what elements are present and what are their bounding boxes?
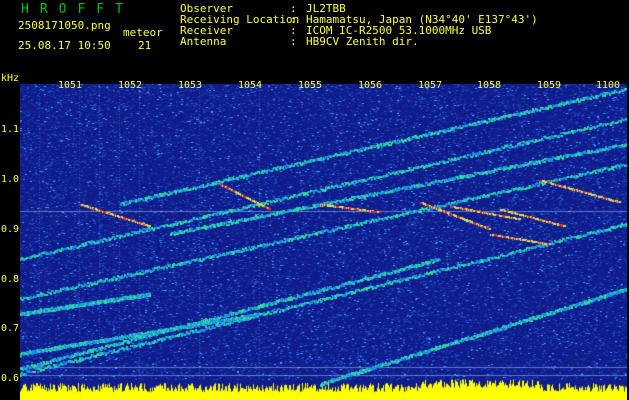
header: HROFFT 2508171050.png 25.08.17 10:50 met… xyxy=(0,0,629,73)
x-tick-label: 1100 xyxy=(596,80,621,91)
x-tick-label: 1055 xyxy=(298,80,323,91)
spectrogram-canvas xyxy=(20,84,627,400)
y-tick-label: 1.0 xyxy=(1,174,20,185)
info-colon: : xyxy=(290,35,297,48)
x-tick-label: 1052 xyxy=(118,80,143,91)
filename: 2508171050.png xyxy=(18,19,111,32)
x-tick-label: 1059 xyxy=(537,80,562,91)
y-axis-unit: kHz xyxy=(1,73,20,84)
info-value: HB9CV Zenith dir. xyxy=(306,35,419,48)
app-title: HROFFT xyxy=(21,2,134,17)
x-tick-label: 1056 xyxy=(358,80,383,91)
y-tick-label: 0.7 xyxy=(1,323,20,334)
y-tick-label: 0.6 xyxy=(1,373,20,384)
info-key: Antenna xyxy=(180,35,227,48)
meteor-label: meteor xyxy=(123,26,163,39)
x-tick-label: 1054 xyxy=(238,80,263,91)
x-tick-label: 1051 xyxy=(58,80,83,91)
info-row-antenna: Antenna: HB9CV Zenith dir. xyxy=(180,36,538,47)
y-tick-label: 0.8 xyxy=(1,274,20,285)
y-tick-label: 1.1 xyxy=(1,124,20,135)
y-tick-label: 0.9 xyxy=(1,224,20,235)
x-tick-label: 1053 xyxy=(178,80,203,91)
x-tick-label: 1057 xyxy=(418,80,443,91)
station-info: Observer: JL2TBB Receiving Location: Hamam… xyxy=(180,3,538,47)
x-tick-label: 1058 xyxy=(477,80,502,91)
meteor-count: 21 xyxy=(138,39,152,52)
datetime: 25.08.17 10:50 xyxy=(18,39,111,52)
